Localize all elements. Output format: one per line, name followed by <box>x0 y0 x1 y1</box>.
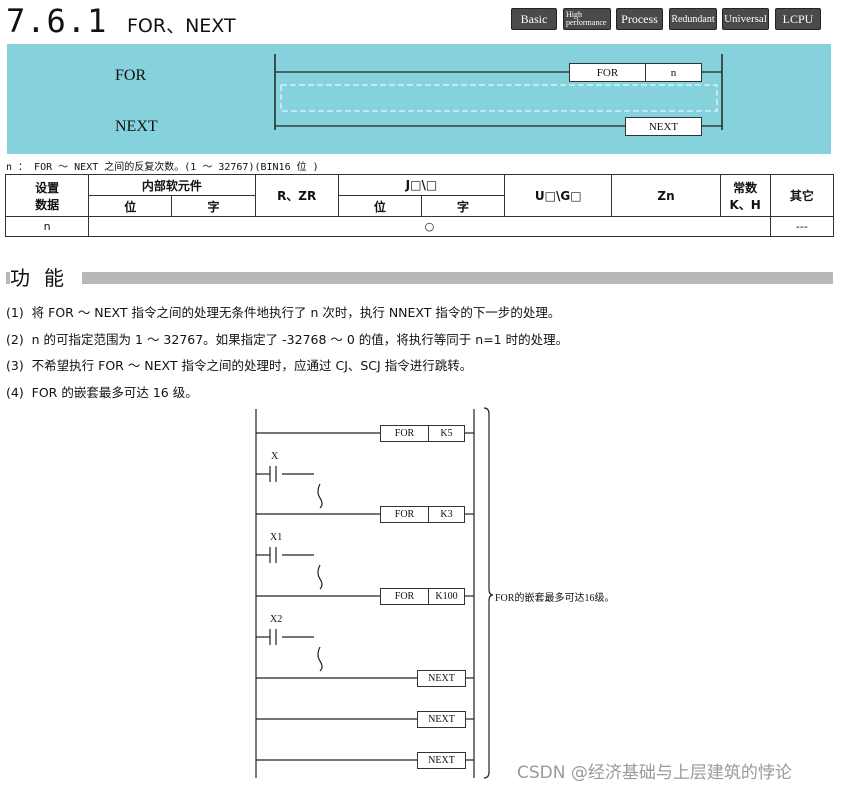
nest-k-box-1: K5 <box>428 425 465 442</box>
nest-next-box-2: NEXT <box>417 711 466 728</box>
nest-next-box-1: NEXT <box>417 670 466 687</box>
nest-for-box-3: FOR <box>380 588 429 605</box>
nest-k-box-3: K100 <box>428 588 465 605</box>
contact-label-x: X <box>271 451 279 462</box>
watermark: CSDN @经济基础与上层建筑的悖论 <box>517 763 792 783</box>
nest-for-box-1: FOR <box>380 425 429 442</box>
nest-next-box-3: NEXT <box>417 752 466 769</box>
nest-k-box-2: K3 <box>428 506 465 523</box>
nesting-note: FOR的嵌套最多可达16级。 <box>495 593 615 604</box>
contact-label-x2: X2 <box>270 614 283 625</box>
nest-for-box-2: FOR <box>380 506 429 523</box>
contact-label-x1: X1 <box>270 532 283 543</box>
